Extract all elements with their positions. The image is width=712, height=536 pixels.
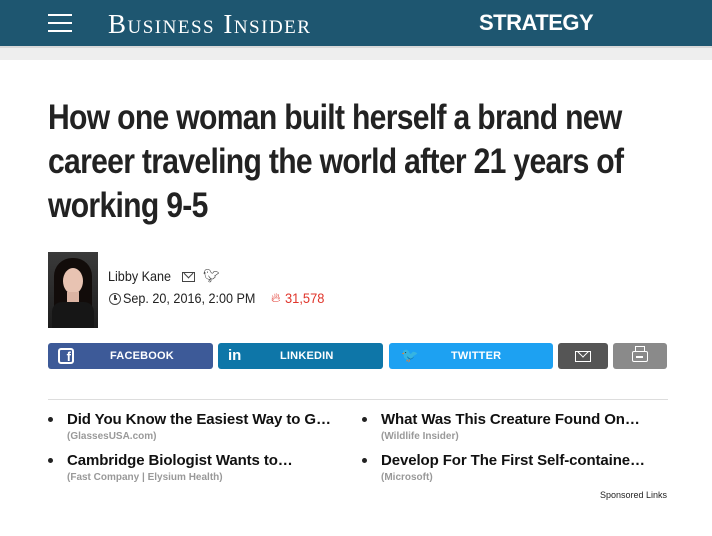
twitter-share-button[interactable]: 🐦 TWITTER bbox=[389, 343, 553, 369]
top-nav-bar: Business Insider STRATEGY bbox=[0, 0, 712, 46]
bullet bbox=[48, 417, 53, 422]
sponsored-source: (GlassesUSA.com) bbox=[67, 431, 157, 442]
email-share-button[interactable] bbox=[558, 343, 608, 369]
facebook-share-label: FACEBOOK bbox=[110, 350, 174, 362]
divider bbox=[48, 399, 668, 400]
view-count: 31,578 bbox=[285, 290, 325, 306]
publish-date: Sep. 20, 2016, 2:00 PM bbox=[123, 290, 256, 306]
sponsored-title[interactable]: Did You Know the Easiest Way to G… bbox=[67, 411, 331, 428]
sponsored-title[interactable]: Cambridge Biologist Wants to… bbox=[67, 452, 293, 469]
clock-icon bbox=[109, 293, 121, 305]
twitter-icon[interactable]: 🐦︎ bbox=[203, 268, 220, 284]
sponsored-title[interactable]: Develop For The First Self-containe… bbox=[381, 452, 645, 469]
envelope-icon bbox=[575, 351, 591, 362]
section-name[interactable]: STRATEGY bbox=[479, 10, 594, 36]
facebook-share-button[interactable]: f FACEBOOK bbox=[48, 343, 213, 369]
sponsored-links-label[interactable]: Sponsored Links bbox=[600, 490, 667, 500]
bullet bbox=[362, 417, 367, 422]
printer-icon bbox=[632, 346, 648, 362]
author-name[interactable]: Libby Kane bbox=[108, 268, 171, 284]
mail-icon[interactable] bbox=[182, 272, 195, 282]
twitter-bird-icon: 🐦 bbox=[401, 347, 419, 363]
hamburger-menu-icon[interactable] bbox=[48, 14, 72, 32]
fire-icon: 🔥︎ bbox=[271, 290, 281, 305]
bullet bbox=[48, 458, 53, 463]
author-avatar[interactable] bbox=[48, 252, 98, 328]
article-headline: How one woman built herself a brand new … bbox=[48, 98, 624, 225]
bullet bbox=[362, 458, 367, 463]
sub-nav-bar bbox=[0, 46, 712, 60]
sponsored-source: (Wildlife Insider) bbox=[381, 431, 459, 442]
sponsored-title[interactable]: What Was This Creature Found On… bbox=[381, 411, 640, 428]
facebook-icon: f bbox=[58, 348, 74, 364]
sponsored-source: (Fast Company | Elysium Health) bbox=[67, 472, 223, 483]
linkedin-icon: in bbox=[228, 347, 242, 364]
linkedin-share-button[interactable]: in LINKEDIN bbox=[218, 343, 383, 369]
sponsored-source: (Microsoft) bbox=[381, 472, 433, 483]
linkedin-share-label: LINKEDIN bbox=[280, 350, 334, 362]
brand-logo[interactable]: Business Insider bbox=[108, 9, 311, 40]
twitter-share-label: TWITTER bbox=[451, 350, 502, 362]
print-button[interactable] bbox=[613, 343, 667, 369]
